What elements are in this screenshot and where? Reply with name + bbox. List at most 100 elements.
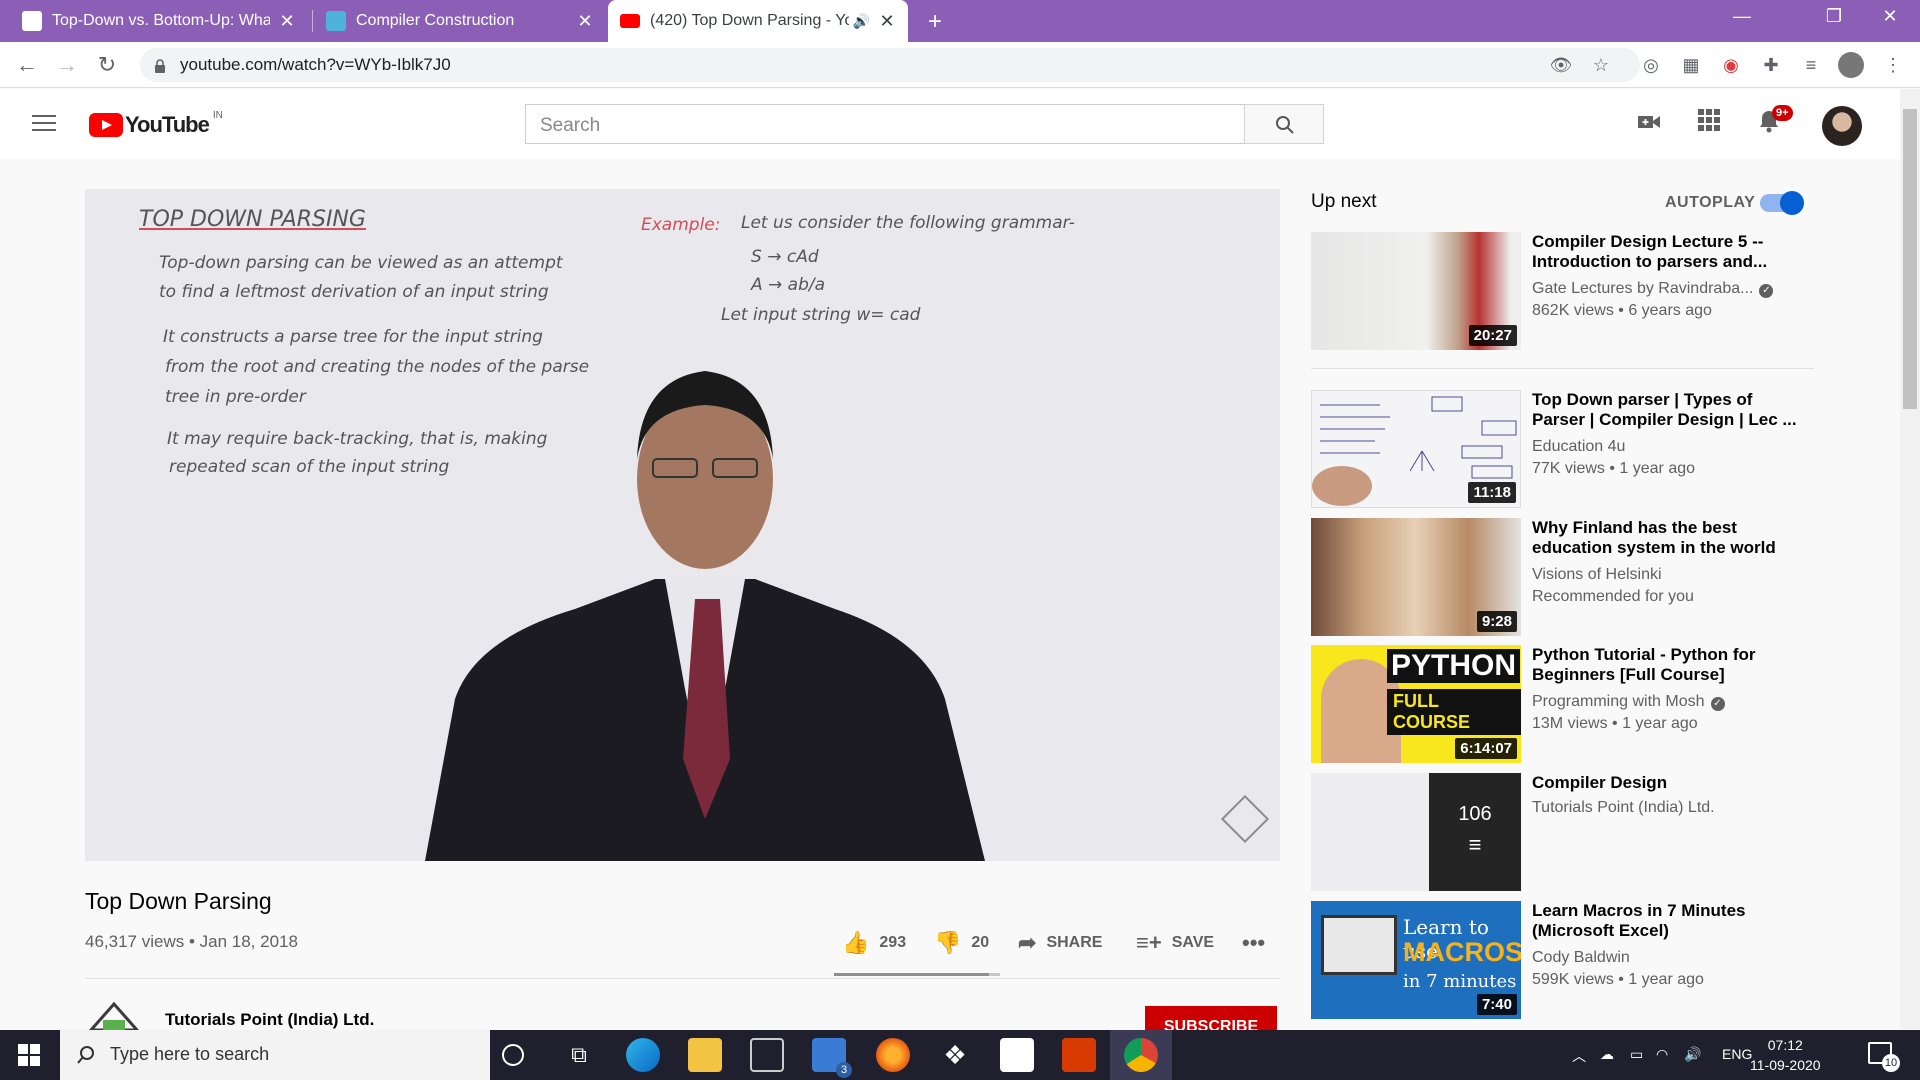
save-button[interactable]: ≡+ SAVE (1136, 930, 1214, 956)
dropbox-icon[interactable]: ❖ (938, 1038, 972, 1072)
rec-stats: 862K views • 6 years ago (1532, 302, 1712, 319)
onedrive-icon[interactable]: ☁ (1600, 1046, 1614, 1063)
edge-icon[interactable] (626, 1038, 660, 1072)
tab-top-down-vs-bottom-up[interactable]: Top-Down vs. Bottom-Up: What's ✕ (10, 0, 308, 42)
search-icon (77, 1046, 94, 1064)
video-thumbnail[interactable]: 11:18 (1311, 390, 1521, 508)
user-avatar[interactable] (1822, 106, 1862, 146)
firefox-icon[interactable] (876, 1038, 910, 1072)
duration-badge: 9:28 (1476, 611, 1517, 632)
create-video-icon[interactable] (1634, 109, 1664, 139)
new-tab-button[interactable]: + (922, 8, 948, 36)
recommended-video[interactable]: PYTHON FULL COURSE 6:14:07 Python Tutori… (1311, 645, 1811, 763)
task-view-icon[interactable]: ⧉ (562, 1038, 596, 1072)
page-scrollbar[interactable] (1900, 89, 1920, 1029)
recommended-video[interactable]: 20:27 Compiler Design Lecture 5 -- Intro… (1311, 232, 1811, 350)
mail-icon[interactable]: 3 (812, 1038, 852, 1078)
video-thumbnail[interactable]: 9:28 (1311, 518, 1521, 636)
share-button[interactable]: ➦ SHARE (1018, 930, 1102, 956)
recommended-video[interactable]: 9:28 Why Finland has the best education … (1311, 518, 1811, 636)
action-center-badge: 10 (1882, 1054, 1900, 1072)
tray-chevron-icon[interactable]: ︿ (1572, 1046, 1586, 1066)
more-actions-button[interactable]: ••• (1242, 930, 1275, 956)
tab-title: Compiler Construction (356, 12, 515, 29)
rec-title[interactable]: Python Tutorial - Python for Beginners [… (1532, 645, 1802, 685)
action-center-icon[interactable]: 10 (1868, 1042, 1900, 1072)
laptop-illustration (1321, 915, 1397, 975)
video-player[interactable]: TOP DOWN PARSING Top-down parsing can be… (85, 189, 1280, 861)
tracking-blocked-icon[interactable]: 👁 (1548, 52, 1574, 78)
apps-grid-icon[interactable] (1694, 109, 1724, 139)
channel-name[interactable]: Tutorials Point (India) Ltd. (165, 1010, 374, 1030)
autoplay-label: AUTOPLAY (1665, 194, 1756, 211)
recommended-playlist[interactable]: 106 ≡ Compiler Design Tutorials Point (I… (1311, 773, 1811, 891)
reload-button[interactable]: ↻ (92, 50, 122, 80)
battery-icon[interactable]: ▭ (1630, 1046, 1643, 1063)
amazon-icon[interactable] (1000, 1038, 1034, 1072)
back-button[interactable]: ← (12, 50, 42, 80)
system-clock[interactable]: 07:12 11-09-2020 (1750, 1035, 1821, 1075)
dislike-button[interactable]: 👎 20 (934, 930, 989, 956)
cortana-icon[interactable] (502, 1044, 524, 1066)
address-bar[interactable]: youtube.com/watch?v=WYb-Iblk7J0 (140, 48, 1640, 82)
video-thumbnail[interactable]: PYTHON FULL COURSE 6:14:07 (1311, 645, 1521, 763)
windows-start-icon[interactable] (18, 1044, 40, 1066)
volume-icon[interactable]: 🔊 (1684, 1046, 1701, 1063)
forward-button[interactable]: → (52, 50, 82, 80)
hamburger-menu-icon[interactable] (32, 115, 56, 133)
search-button[interactable] (1244, 104, 1324, 144)
extensions-puzzle-icon[interactable]: ✚ (1758, 52, 1784, 78)
autoplay-toggle[interactable] (1760, 191, 1804, 215)
share-label: SHARE (1046, 934, 1103, 951)
audio-playing-icon[interactable]: 🔊 (853, 13, 870, 30)
video-thumbnail[interactable]: Learn to use MACROS in 7 minutes 7:40 (1311, 901, 1521, 1019)
rec-title[interactable]: Top Down parser | Types of Parser | Comp… (1532, 390, 1802, 430)
tab-youtube-active[interactable]: (420) Top Down Parsing - YouTube 🔊 ✕ (608, 0, 908, 42)
rec-title[interactable]: Compiler Design (1532, 773, 1802, 793)
extension-1-icon[interactable]: ◎ (1638, 52, 1664, 78)
language-indicator[interactable]: ENG (1722, 1046, 1752, 1062)
extension-3-icon[interactable]: ◉ (1718, 52, 1744, 78)
minimize-button[interactable]: — (1712, 6, 1772, 27)
sidebar-divider (1311, 368, 1814, 369)
close-window-button[interactable]: ✕ (1860, 6, 1920, 27)
scrollbar-thumb[interactable] (1903, 109, 1917, 409)
recommended-video[interactable]: Learn to use MACROS in 7 minutes 7:40 Le… (1311, 901, 1811, 1019)
rec-channel-name: Gate Lectures by Ravindraba... (1532, 280, 1754, 297)
media-control-icon[interactable]: ≡ (1798, 52, 1824, 78)
extension-2-icon[interactable]: ▦ (1678, 52, 1704, 78)
kebab-menu-icon[interactable]: ⋮ (1880, 52, 1906, 78)
rec-title[interactable]: Compiler Design Lecture 5 -- Introductio… (1532, 232, 1802, 272)
rec-stats: 77K views • 1 year ago (1532, 460, 1696, 477)
rec-title[interactable]: Why Finland has the best education syste… (1532, 518, 1802, 558)
divider (85, 978, 1280, 979)
bookmark-star-icon[interactable]: ☆ (1588, 52, 1614, 78)
restore-button[interactable]: ❐ (1804, 6, 1864, 27)
video-thumbnail[interactable]: 20:27 (1311, 232, 1521, 350)
duration-badge: 7:40 (1476, 994, 1517, 1015)
chrome-taskbar-item-active[interactable] (1110, 1030, 1172, 1080)
like-button[interactable]: 👍 293 (842, 930, 906, 956)
rec-title[interactable]: Learn Macros in 7 Minutes (Microsoft Exc… (1532, 901, 1802, 941)
close-icon[interactable]: ✕ (576, 11, 594, 32)
search-input[interactable]: Search (525, 104, 1245, 144)
thumbnail-text: PYTHON (1387, 649, 1521, 683)
share-arrow-icon: ➦ (1018, 930, 1037, 955)
playlist-thumbnail[interactable]: 106 ≡ (1311, 773, 1521, 891)
youtube-logo[interactable]: YouTube IN (89, 110, 223, 138)
close-icon[interactable]: ✕ (278, 11, 296, 32)
clock-date: 11-09-2020 (1750, 1057, 1821, 1073)
file-explorer-icon[interactable] (688, 1038, 722, 1072)
video-meta: 46,317 views • Jan 18, 2018 (85, 932, 298, 951)
taskbar-search-input[interactable]: Type here to search (60, 1030, 490, 1080)
tab-compiler-construction[interactable]: Compiler Construction ✕ (314, 0, 606, 42)
recommended-video[interactable]: 11:18 Top Down parser | Types of Parser … (1311, 390, 1811, 508)
close-icon[interactable]: ✕ (878, 11, 896, 32)
store-icon[interactable] (750, 1038, 784, 1072)
wifi-icon[interactable]: ◠ (1656, 1046, 1668, 1063)
office-icon[interactable] (1062, 1038, 1096, 1072)
youtube-favicon-icon (620, 14, 640, 28)
rec-stats: 599K views • 1 year ago (1532, 971, 1704, 988)
save-label: SAVE (1171, 934, 1215, 951)
profile-avatar-icon[interactable] (1838, 52, 1864, 78)
